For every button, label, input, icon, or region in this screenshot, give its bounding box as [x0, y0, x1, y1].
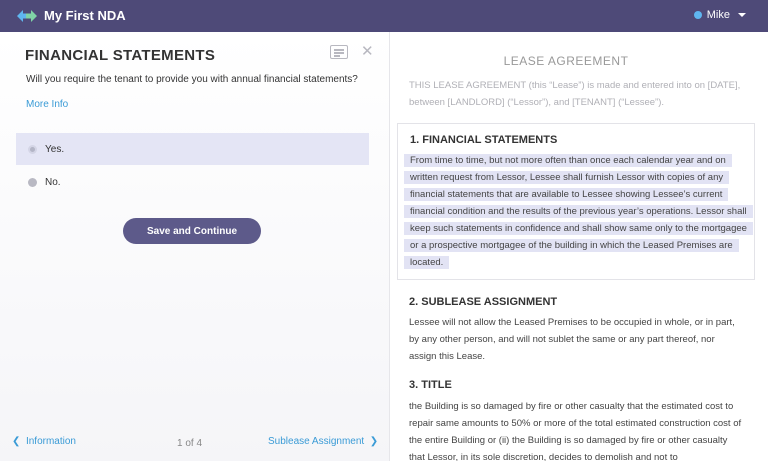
notes-icon[interactable]: [330, 45, 348, 59]
document-intro: THIS LEASE AGREEMENT (this “Lease”) is m…: [409, 80, 741, 108]
document-preview: LEASE AGREEMENT THIS LEASE AGREEMENT (th…: [391, 32, 768, 461]
app-title: My First NDA: [44, 8, 126, 23]
section-heading: 2. SUBLEASE ASSIGNMENT: [409, 296, 558, 308]
section-heading: 3. TITLE: [409, 379, 452, 391]
question-title: FINANCIAL STATEMENTS: [25, 47, 216, 64]
section-body: the Building is so damaged by fire or ot…: [409, 401, 742, 461]
status-dot-icon: [693, 11, 702, 19]
chevron-left-icon: ❮: [12, 436, 21, 447]
active-section: 1. FINANCIAL STATEMENTS From time to tim…: [397, 123, 755, 280]
option-label: Yes.: [45, 143, 65, 155]
save-and-continue-button[interactable]: Save and Continue: [123, 218, 261, 244]
close-icon[interactable]: ✕: [361, 42, 374, 60]
question-text: Will you require the tenant to provide y…: [26, 74, 358, 85]
next-label: Sublease Assignment: [268, 436, 365, 447]
user-menu[interactable]: Mike: [693, 9, 746, 21]
section-heading: 1. FINANCIAL STATEMENTS: [410, 134, 558, 146]
radio-icon: [28, 144, 37, 154]
highlighted-text: From time to time, but not more often th…: [404, 154, 753, 269]
more-info-link[interactable]: More Info: [26, 99, 68, 110]
radio-icon: [28, 177, 37, 187]
document-title: LEASE AGREEMENT: [503, 54, 629, 68]
top-bar: My First NDA Mike: [0, 0, 768, 32]
caret-down-icon: [738, 13, 746, 17]
option-yes[interactable]: Yes.: [16, 133, 369, 165]
previous-label: Information: [25, 436, 76, 447]
logo-icon: [17, 10, 37, 22]
section-body: Lessee will not allow the Leased Premise…: [409, 317, 735, 362]
option-label: No.: [45, 176, 61, 188]
chevron-right-icon: ❯: [369, 436, 379, 447]
next-question-link[interactable]: Sublease Assignment ❯: [268, 436, 378, 447]
question-panel: FINANCIAL STATEMENTS ✕ Will you require …: [0, 32, 390, 461]
user-name: Mike: [706, 9, 730, 21]
section-body-highlighted: From time to time, but not more often th…: [404, 152, 753, 271]
option-no[interactable]: No.: [16, 166, 369, 198]
page-counter: 1 of 4: [177, 438, 203, 449]
previous-question-link[interactable]: ❮ Information: [12, 436, 76, 447]
